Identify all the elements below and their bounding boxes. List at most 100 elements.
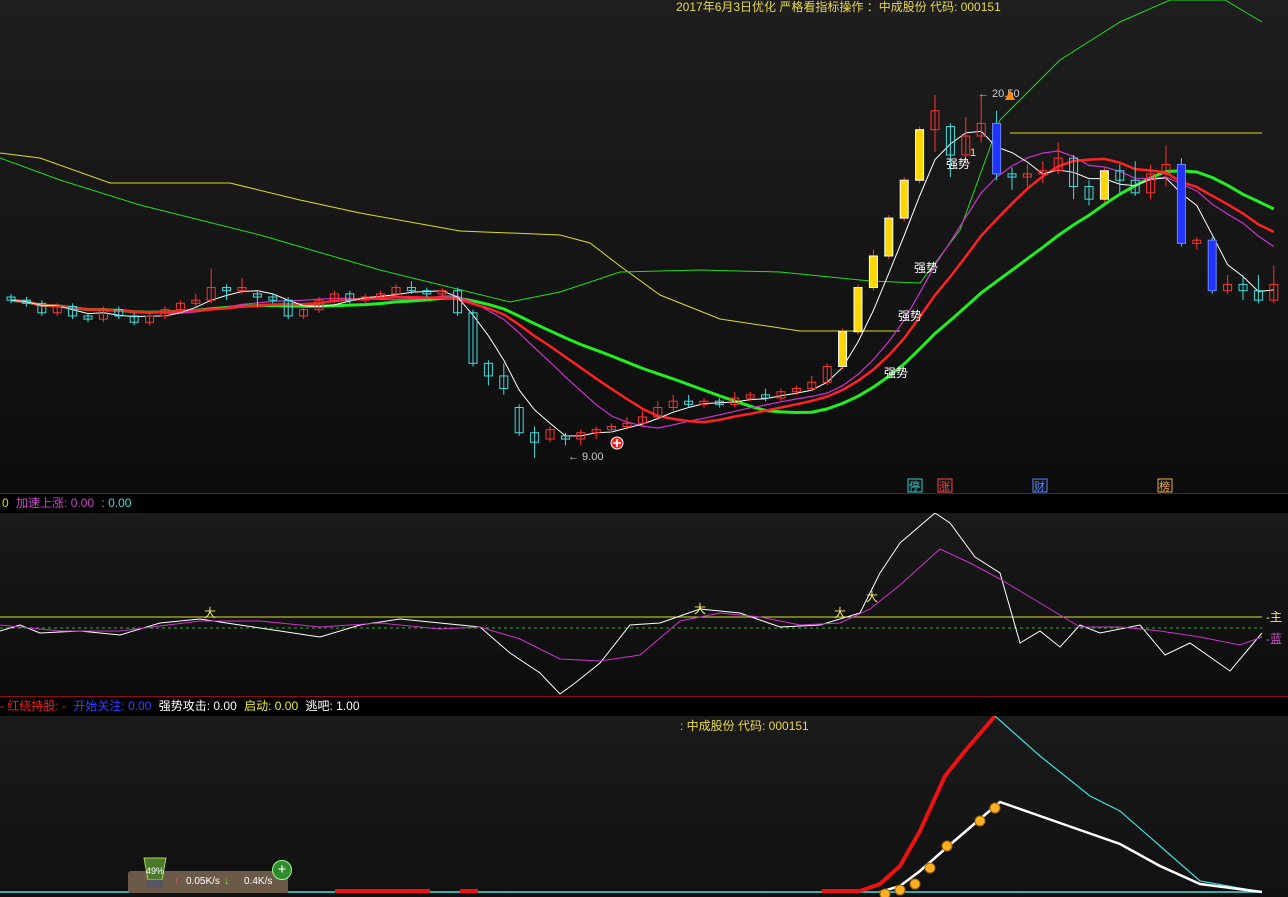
candle: [453, 287, 463, 316]
candle: [1115, 164, 1125, 193]
marker-3: 榜: [1159, 479, 1170, 493]
candle-body: [899, 179, 909, 219]
indicator-value: : 0.00: [101, 496, 132, 510]
cpu-percent: 49%: [146, 866, 164, 876]
candle: [961, 117, 971, 162]
candle-body: [853, 287, 863, 333]
oscillator-panel[interactable]: 大大大大 -主 -蓝: [0, 513, 1288, 696]
gold-dot-icon: [924, 862, 936, 874]
status-escape: 逃吧: 1.00: [305, 699, 360, 713]
gold-dot-icon: [974, 815, 986, 827]
small-number: 1: [970, 147, 976, 159]
candle: [1269, 265, 1279, 304]
osc-signal-label: 大: [694, 602, 706, 616]
indicator-accel: 加速上涨: 0.00: [16, 496, 95, 510]
low-price-label: ← 9.00: [568, 451, 603, 463]
candle: [699, 398, 709, 408]
candle: [222, 284, 232, 301]
ma4-white-line: [10, 130, 1274, 437]
osc-label-main: -主: [1266, 610, 1282, 624]
indicator-bar: 0 加速上涨: 0.00 : 0.00: [0, 494, 1288, 513]
bottom-indicator-panel[interactable]: : 中成股份 代码: 000151: [0, 716, 1288, 897]
main-chart-panel[interactable]: ← 20.50 ← 9.00 强势 强势 强势 强势 1 停涨财榜 2017年6月3日优化 严…: [0, 0, 1288, 493]
candle: [930, 95, 940, 152]
candle: [514, 404, 524, 436]
strong-label: 强势: [946, 157, 970, 171]
candle: [1099, 167, 1109, 203]
gold-dot-icon: [879, 888, 891, 897]
candle: [637, 410, 647, 427]
candle: [1192, 237, 1202, 250]
candle: [838, 328, 848, 370]
ma10-magenta-line: [10, 150, 1275, 429]
candle: [206, 268, 216, 304]
gold-dot-icon: [894, 884, 906, 896]
candle: [545, 426, 555, 443]
upload-arrow-icon: ↑: [174, 876, 179, 887]
candle: [114, 306, 124, 320]
chart-title: 2017年6月3日优化 严格看指标操作 ：中成股份 代码: 000151: [676, 0, 1001, 14]
status-bar: - 红绕持股: - 开始关注: 0.00 强势攻击: 0.00 启动: 0.00…: [0, 697, 1288, 716]
candle-body: [992, 122, 1002, 175]
candle: [1084, 180, 1094, 206]
candle-body: [1099, 170, 1109, 200]
candle: [68, 303, 78, 320]
candle: [822, 363, 832, 386]
candle: [915, 126, 925, 184]
candle: [899, 177, 909, 222]
candle: [976, 95, 986, 143]
candle: [1022, 164, 1032, 187]
candle: [1176, 158, 1186, 247]
indicator-zero: 0: [2, 496, 9, 510]
download-arrow-icon: ↓: [224, 876, 229, 887]
candle: [422, 287, 432, 298]
cyan-trend-line: [994, 716, 1263, 893]
candle: [37, 300, 47, 316]
lamp-icon[interactable]: 49%: [138, 850, 172, 890]
marker-0: 停: [909, 479, 920, 493]
candle: [560, 432, 570, 446]
add-button[interactable]: +: [272, 860, 292, 880]
strong-label: 强势: [898, 309, 922, 323]
white-trend-line: [879, 800, 1263, 894]
ma-yellow-line: [0, 152, 900, 332]
candle: [499, 363, 509, 395]
bottom-chart: [0, 716, 1263, 897]
ma13-red-line: [10, 157, 1275, 424]
status-hold: - 红绕持股: -: [0, 699, 66, 713]
candle: [684, 394, 694, 408]
candle: [653, 401, 663, 421]
candle: [483, 360, 493, 386]
status-attack: 强势攻击: 0.00: [158, 699, 237, 713]
candle: [668, 394, 678, 411]
candle-body: [838, 331, 848, 367]
gold-dot-icon: [941, 840, 953, 852]
candle: [591, 426, 601, 440]
strong-label: 强势: [914, 261, 938, 275]
candle: [299, 306, 309, 320]
osc-signal-label: 大: [834, 606, 846, 620]
upload-speed: 0.05K/s: [186, 876, 220, 887]
status-watch: 开始关注: 0.00: [73, 699, 152, 713]
candle: [884, 214, 894, 260]
gold-dot-icon: [989, 802, 1001, 814]
ma20-green-line: [10, 169, 1275, 415]
candle-body: [1176, 163, 1186, 244]
osc-magenta-line: [0, 548, 1263, 662]
osc-label-blue: -蓝: [1266, 632, 1282, 646]
candle-body: [915, 129, 925, 181]
oscillator-chart: 大大大大-主-蓝: [0, 513, 1282, 695]
candle: [129, 312, 139, 326]
marker-1: 涨: [939, 480, 950, 493]
price-chart: ← 20.50← 9.00强势强势强势强势1停涨财榜: [0, 0, 1279, 493]
candle: [576, 429, 586, 446]
download-speed: 0.4K/s: [244, 876, 273, 887]
gold-dot-icon: [909, 878, 921, 890]
marker-2: 财: [1034, 479, 1045, 493]
candle: [1223, 274, 1233, 294]
candle-body: [1207, 239, 1217, 292]
candle: [1007, 167, 1017, 190]
osc-signal-label: 大: [204, 606, 216, 620]
candle-body: [884, 217, 894, 257]
status-start: 启动: 0.00: [244, 699, 299, 713]
